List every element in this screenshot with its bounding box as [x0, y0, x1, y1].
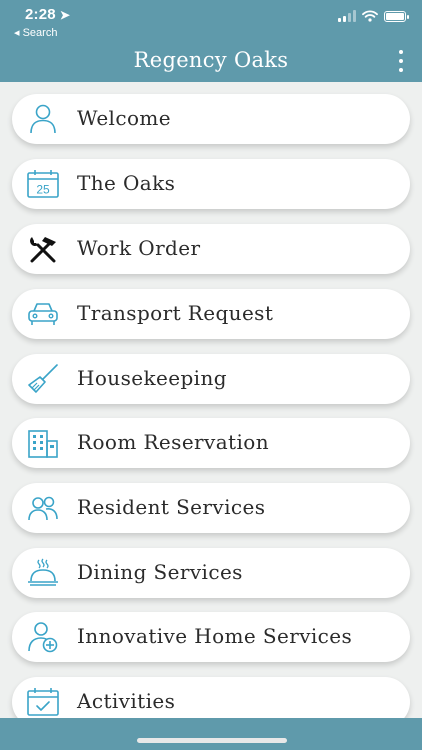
calendar-day-text: 25 [36, 183, 50, 197]
broom-icon [28, 364, 58, 393]
menu-item-the-oaks[interactable]: 25 The Oaks [12, 159, 410, 209]
menu-item-label: Housekeeping [77, 366, 227, 390]
menu-item-activities[interactable]: Activities [12, 677, 410, 718]
cellular-signal-icon [338, 10, 356, 22]
person-icon [30, 104, 56, 134]
status-time: 2:28 ➤ [25, 6, 71, 23]
menu-item-label: Room Reservation [77, 430, 269, 454]
status-indicators [338, 10, 409, 22]
menu-item-label: Welcome [77, 106, 172, 130]
menu-item-label: Innovative Home Services [77, 624, 353, 648]
menu-item-label: Transport Request [77, 301, 274, 325]
wifi-icon [362, 10, 378, 22]
menu-item-label: Resident Services [77, 495, 266, 519]
menu-item-label: Dining Services [77, 560, 243, 584]
menu-item-label: Work Order [77, 236, 201, 260]
menu-item-label: The Oaks [77, 171, 176, 195]
battery-icon [384, 10, 409, 22]
menu-item-welcome[interactable]: Welcome [12, 94, 410, 144]
menu-item-label: Activities [77, 689, 176, 713]
cloche-icon [28, 558, 58, 586]
menu-item-resident-services[interactable]: Resident Services [12, 483, 410, 533]
calendar-25-icon: 25 [27, 170, 59, 198]
calendar-check-icon [27, 688, 59, 716]
people-icon [28, 496, 58, 521]
menu-item-room-reservation[interactable]: Room Reservation [12, 418, 410, 468]
hammer-wrench-icon [30, 237, 56, 263]
menu-list: Welcome 25 The Oaks Work Order Transport… [0, 82, 422, 718]
app-header: 2:28 ➤ ◂ Search Regency Oaks [0, 0, 422, 82]
menu-item-innovative-home-services[interactable]: Innovative Home Services [12, 612, 410, 662]
back-to-search-link[interactable]: ◂ Search [14, 26, 57, 39]
bottom-bar [0, 718, 422, 750]
building-icon [28, 430, 58, 458]
home-indicator[interactable] [137, 738, 287, 743]
menu-item-dining-services[interactable]: Dining Services [12, 548, 410, 598]
menu-item-transport-request[interactable]: Transport Request [12, 289, 410, 339]
car-icon [28, 303, 58, 325]
person-plus-icon [28, 622, 58, 653]
more-vertical-icon[interactable] [394, 50, 408, 72]
menu-item-housekeeping[interactable]: Housekeeping [12, 354, 410, 404]
menu-item-work-order[interactable]: Work Order [12, 224, 410, 274]
location-arrow-icon: ➤ [59, 8, 71, 22]
page-title: Regency Oaks [133, 48, 289, 72]
